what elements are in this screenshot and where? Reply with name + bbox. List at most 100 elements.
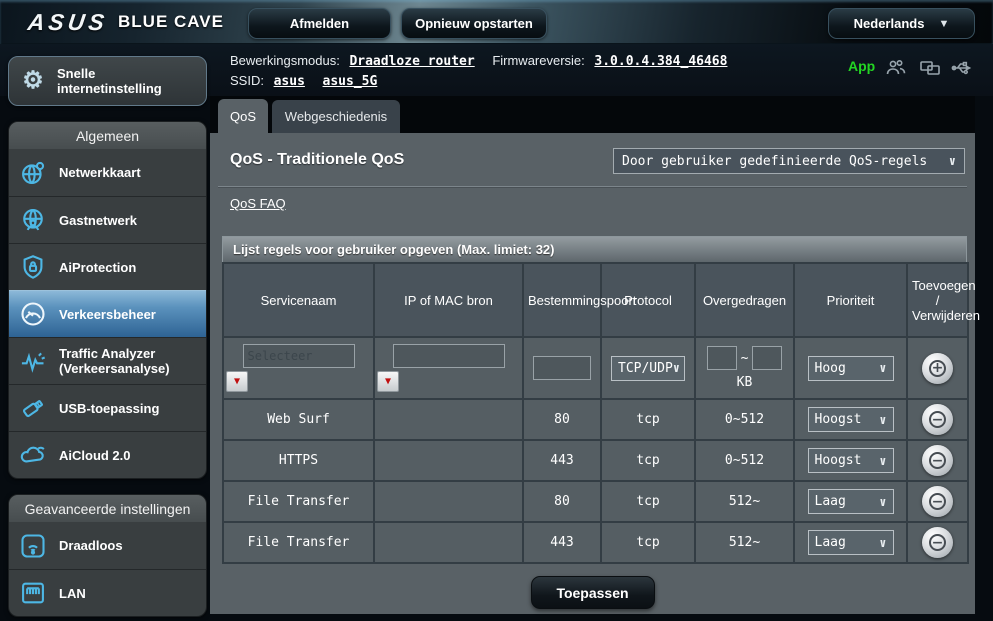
protocol-select[interactable]: TCP/UDP ∨ — [611, 355, 685, 381]
rule-transferred: 512~ — [694, 521, 795, 564]
chevron-down-icon: ∨ — [879, 535, 887, 550]
sidebar-item-label: AiProtection — [59, 259, 137, 275]
rules-table-wrap: Lijst regels voor gebruiker opgeven (Max… — [222, 236, 980, 564]
top-banner: ASUS BLUE CAVE Afmelden Opnieuw opstarte… — [0, 0, 993, 44]
firmware-label: Firmwareversie: — [492, 53, 585, 68]
rule-transferred: 0~512 — [694, 398, 795, 441]
tab-qos[interactable]: QoS — [218, 99, 268, 133]
minus-icon: − — [929, 534, 946, 551]
source-ip-mac-input[interactable] — [392, 344, 505, 368]
priority-value: Hoog — [814, 360, 846, 376]
service-name-input[interactable] — [242, 344, 355, 368]
tab-bar: QoS Webgeschiedenis — [210, 96, 975, 133]
apply-button[interactable]: Toepassen — [530, 576, 655, 609]
sidebar-item-label: AiCloud 2.0 — [59, 447, 131, 463]
rule-protocol: tcp — [600, 480, 696, 523]
red-triangle-icon: ▼ — [233, 375, 241, 387]
router-admin-screen: ASUS BLUE CAVE Afmelden Opnieuw opstarte… — [0, 0, 993, 621]
tab-webgeschiedenis[interactable]: Webgeschiedenis — [272, 100, 400, 133]
gauge-icon — [17, 299, 49, 329]
source-dropdown-button[interactable]: ▼ — [377, 371, 399, 392]
sidebar-item-aiprotection[interactable]: AiProtection — [9, 243, 206, 290]
rule-port: 443 — [522, 439, 602, 482]
rule-source — [373, 521, 524, 564]
sidebar-item-netwerkkaart[interactable]: Netwerkkaart — [9, 149, 206, 196]
rule-priority-value: Laag — [814, 535, 846, 550]
chevron-down-icon: ∨ — [948, 154, 956, 168]
chevron-down-icon: ∨ — [672, 361, 681, 375]
sidebar-item-label: Netwerkkaart — [59, 165, 141, 180]
sidebar-item-traffic-analyzer[interactable]: Traffic Analyzer (Verkeersanalyse) — [9, 337, 206, 384]
transferred-min-input[interactable] — [706, 346, 737, 370]
plus-icon: + — [929, 359, 946, 377]
rule-port: 80 — [522, 480, 602, 523]
ssid-24g-link[interactable]: asus — [274, 74, 305, 89]
red-triangle-icon: ▼ — [384, 375, 392, 387]
col-bestemmingspoort: Bestemmingspoort — [522, 262, 636, 338]
rule-priority-select[interactable]: Hoogst ∨ — [807, 407, 894, 432]
rule-row: HTTPS 443 tcp 0~512 Hoogst ∨ − — [222, 439, 969, 482]
usb-icon[interactable] — [950, 56, 974, 80]
rule-protocol: tcp — [600, 439, 696, 482]
firmware-link[interactable]: 3.0.0.4.384_46468 — [594, 54, 727, 69]
rule-priority-value: Hoogst — [814, 412, 862, 427]
language-select[interactable]: Nederlands ▼ — [828, 8, 975, 39]
brand-name: BLUE CAVE — [118, 12, 224, 31]
sidebar-item-label: Verkeersbeheer — [59, 306, 156, 322]
rule-service: File Transfer — [222, 480, 375, 523]
add-rule-button[interactable]: + — [922, 352, 953, 384]
asus-logo: ASUS — [26, 9, 110, 35]
lan-icon — [17, 578, 49, 608]
sidebar-item-lan[interactable]: LAN — [9, 569, 206, 616]
sidebar-item-usb-toepassing[interactable]: USB-toepassing — [9, 384, 206, 431]
remove-rule-button[interactable]: − — [922, 527, 953, 558]
reboot-button[interactable]: Opnieuw opstarten — [401, 8, 547, 39]
transferred-max-input[interactable] — [752, 346, 783, 370]
app-label[interactable]: App — [848, 58, 875, 74]
ssid-label: SSID: — [230, 73, 264, 88]
transferred-separator: ~ — [740, 350, 749, 366]
chevron-down-icon: ∨ — [879, 453, 887, 468]
minus-icon: − — [929, 493, 946, 510]
sidebar-item-label: Gastnetwerk — [59, 212, 138, 228]
title-divider — [218, 186, 967, 188]
ssid-5g-link[interactable]: asus_5G — [323, 74, 378, 89]
priority-select[interactable]: Hoog ∨ — [807, 355, 894, 381]
sidebar-item-aicloud[interactable]: AiCloud 2.0 — [9, 431, 206, 478]
chevron-down-icon: ∨ — [879, 361, 887, 375]
rule-priority-select[interactable]: Laag ∨ — [807, 530, 894, 555]
remove-rule-button[interactable]: − — [922, 404, 953, 435]
service-dropdown-button[interactable]: ▼ — [226, 371, 248, 392]
qos-faq-link[interactable]: QoS FAQ — [230, 196, 286, 211]
main-panel: QoS - Traditionele QoS Door gebruiker ge… — [210, 133, 980, 614]
rules-table: Servicenaam IP of MAC bron Bestemmingspo… — [222, 262, 980, 564]
guest-network-icon — [17, 205, 49, 235]
rule-priority-value: Laag — [814, 494, 846, 509]
rule-priority-value: Hoogst — [814, 453, 862, 468]
col-prioriteit: Prioriteit — [793, 262, 908, 338]
mode-link[interactable]: Draadloze router — [349, 54, 474, 69]
rule-transferred: 0~512 — [694, 439, 795, 482]
clients-icon[interactable] — [884, 56, 908, 80]
devices-icon[interactable] — [918, 56, 942, 80]
transferred-unit-label: KB — [736, 375, 753, 390]
sidebar-item-label: Draadloos — [59, 538, 123, 553]
rule-row: File Transfer 443 tcp 512~ Laag ∨ − — [222, 521, 969, 564]
rule-priority-select[interactable]: Laag ∨ — [807, 489, 894, 514]
remove-rule-button[interactable]: − — [922, 486, 953, 517]
qos-mode-select[interactable]: Door gebruiker gedefinieerde QoS-regels … — [613, 148, 965, 174]
logout-button[interactable]: Afmelden — [248, 8, 391, 39]
col-overgedragen: Overgedragen — [694, 262, 795, 338]
sidebar-item-quick-setup[interactable]: ⚙ Snelle internetinstelling — [8, 56, 207, 106]
sidebar-item-label: Traffic Analyzer (Verkeersanalyse) — [59, 346, 170, 376]
destination-port-input[interactable] — [533, 356, 591, 380]
rule-service: HTTPS — [222, 439, 375, 482]
minus-icon: − — [929, 411, 946, 428]
page-title: QoS - Traditionele QoS — [230, 151, 405, 168]
rule-priority-select[interactable]: Hoogst ∨ — [807, 448, 894, 473]
remove-rule-button[interactable]: − — [922, 445, 953, 476]
sidebar-item-draadloos[interactable]: Draadloos — [9, 522, 206, 569]
col-servicenaam: Servicenaam — [222, 262, 375, 338]
sidebar-item-gastnetwerk[interactable]: Gastnetwerk — [9, 196, 206, 243]
sidebar-item-verkeersbeheer[interactable]: Verkeersbeheer — [9, 290, 206, 337]
